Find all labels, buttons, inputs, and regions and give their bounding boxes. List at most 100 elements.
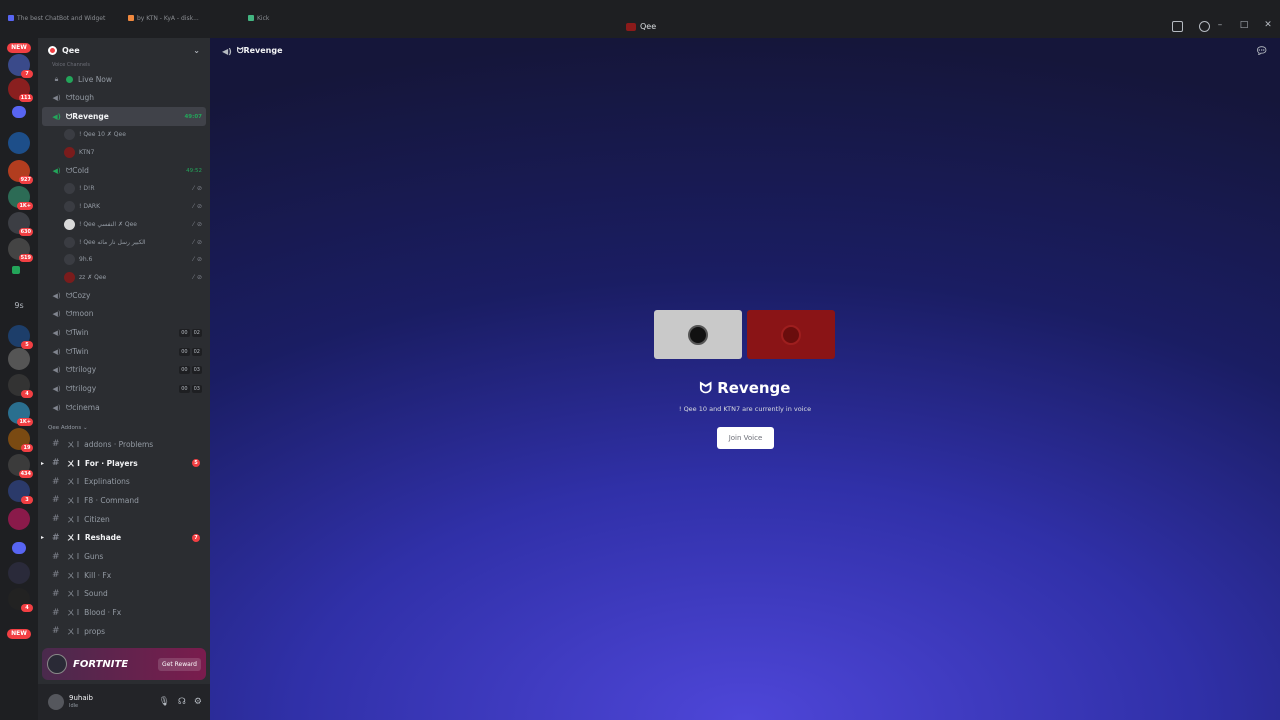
hash-icon: # (52, 588, 60, 599)
server-icon[interactable]: 9s (8, 301, 30, 310)
kick-icon[interactable] (12, 266, 20, 274)
server-icon[interactable]: 434 (8, 454, 33, 478)
text-channel[interactable]: # ㄨ I Sound (42, 585, 206, 604)
speaker-icon: ◀) (52, 366, 61, 375)
promo-title: FORTNITE (73, 658, 129, 670)
voice-member[interactable]: 9h.6 ⁄ ⊘ (38, 251, 210, 269)
text-channel[interactable]: # ㄨ I Kill · Fx (42, 566, 206, 585)
voice-channel[interactable]: ◀) ᗢcinema (42, 398, 206, 417)
hash-icon: # (52, 514, 60, 525)
participant-tile[interactable] (654, 310, 742, 359)
deafened-icon: ⊘ (196, 185, 202, 193)
join-voice-button[interactable]: Join Voice (717, 427, 774, 449)
help-icon[interactable] (1199, 21, 1210, 32)
category-addons[interactable]: Qee Addons ⌄ (38, 421, 210, 435)
server-icon[interactable] (8, 132, 30, 154)
avatar (64, 236, 75, 248)
server-icon[interactable]: 1K+ (8, 186, 33, 210)
server-icon[interactable]: 4 (8, 374, 33, 398)
server-icon[interactable]: 630 (8, 212, 33, 236)
channel-title: ᗢRevenge (236, 46, 283, 55)
server-icon[interactable]: 3 (8, 480, 33, 504)
minimize-icon[interactable]: – (1214, 20, 1226, 30)
text-channel[interactable]: # ㄨ I Guns (42, 547, 206, 566)
channel-sidebar: Qee ⌄ Voice Channels 🔒︎ Live Now ◀) ᗢtou… (38, 38, 210, 720)
voice-member[interactable]: zz ✗ Qee ⁄ ⊘ (38, 269, 210, 287)
text-channel[interactable]: ▸ # ㄨ I Reshade 7 (41, 529, 206, 548)
text-channel[interactable]: # ㄨ Iprops (42, 622, 206, 641)
voice-member[interactable]: ! Qee 10 ✗ Qee (38, 126, 210, 144)
folder-icon[interactable] (12, 106, 26, 118)
muted-mic-icon: ⁄ (192, 203, 194, 211)
text-channel[interactable]: # ㄨ I Blood · Fx (42, 603, 206, 622)
text-channel[interactable]: # ㄨ Iaddons · Problems (42, 435, 206, 454)
browser-tab[interactable]: The best ChatBot and Widget (0, 15, 120, 22)
server-avatar-icon (48, 45, 57, 55)
deafened-icon: ⊘ (196, 273, 202, 281)
text-channel[interactable]: ▸ # ㄨ I For · Players 5 (41, 454, 206, 473)
voice-channel-live-now[interactable]: 🔒︎ Live Now (42, 70, 206, 89)
voice-channel[interactable]: ◀) ᗢCozy (42, 286, 206, 305)
voice-channel[interactable]: ◀) ᗢtough (42, 89, 206, 108)
server-icon[interactable]: 7 (8, 54, 33, 78)
server-icon[interactable]: 4 (8, 588, 33, 612)
server-icon[interactable]: 1K+ (8, 402, 33, 426)
avatar (64, 129, 75, 141)
voice-member[interactable]: ! D!R ⁄ ⊘ (38, 180, 210, 198)
lock-icon: 🔒︎ (54, 74, 59, 83)
server-icon[interactable]: 111 (8, 78, 33, 102)
server-icon[interactable] (8, 508, 30, 530)
hash-icon: # (52, 495, 60, 506)
user-panel: 9uhaib Idle 🎙︎ ☊ ⚙ (38, 684, 210, 720)
voice-channel[interactable]: ◀) ᗢtrilogy 00 03 (42, 361, 206, 380)
headphones-icon[interactable]: ☊ (178, 697, 186, 707)
gear-icon[interactable]: ⚙ (194, 697, 202, 707)
voice-channel[interactable]: ◀) ᗢmoon (42, 305, 206, 324)
microphone-icon[interactable]: 🎙︎ (158, 697, 169, 707)
hash-icon: # (52, 570, 60, 581)
voice-channel[interactable]: ◀) ᗢTwin 00 02 (42, 324, 206, 343)
speaker-icon: ◀) (52, 385, 61, 394)
get-reward-button[interactable]: Get Reward (158, 657, 201, 671)
server-header[interactable]: Qee ⌄ (38, 38, 210, 62)
voice-member[interactable]: ! DARK ⁄ ⊘ (38, 198, 210, 216)
voice-channel-cold[interactable]: ◀) ᗢCold 49:52 (42, 161, 206, 180)
chat-icon[interactable]: 💬︎ (1255, 46, 1268, 57)
text-channel[interactable]: # ㄨ I Explinations (42, 472, 206, 491)
speaker-icon: ◀) (52, 291, 61, 300)
server-icon[interactable] (8, 348, 30, 370)
text-channel[interactable]: # ㄨ I F8 · Command (42, 491, 206, 510)
text-channel[interactable]: # ㄨ I Citizen (42, 510, 206, 529)
folder-icon[interactable] (12, 542, 26, 554)
voice-member[interactable]: ! Qee الكبير رسل نار مائه ⁄ ⊘ (38, 233, 210, 251)
category-voice[interactable]: Voice Channels (38, 62, 210, 70)
user-info[interactable]: 9uhaib Idle (69, 694, 93, 710)
maximize-icon[interactable]: □ (1238, 20, 1250, 30)
server-icon[interactable]: 927 (8, 160, 33, 184)
close-icon[interactable]: ✕ (1262, 20, 1274, 30)
chevron-down-icon[interactable]: ⌄ (193, 46, 200, 55)
browser-tab[interactable]: by KTN - KyA - disk... (120, 15, 240, 22)
avatar[interactable] (48, 694, 64, 710)
avatar (688, 324, 708, 345)
participant-tile[interactable] (747, 310, 835, 359)
username: 9uhaib (69, 694, 94, 702)
avatar (781, 324, 801, 345)
server-icon[interactable]: 5 (8, 325, 33, 349)
voice-member[interactable]: KTN7 (38, 144, 210, 162)
server-icon[interactable] (8, 562, 30, 584)
inbox-icon[interactable] (1172, 21, 1183, 32)
voice-channel[interactable]: ◀) ᗢtrilogy 00 03 (42, 380, 206, 399)
server-icon[interactable]: 519 (8, 238, 33, 262)
voice-channel-revenge[interactable]: ◀) ᗢRevenge 49:07 (42, 107, 206, 127)
server-icon[interactable]: 19 (8, 428, 33, 452)
browser-tab[interactable]: Kick (240, 15, 360, 22)
speaker-icon: ◀) (52, 166, 61, 175)
avatar (64, 254, 75, 266)
voice-channel-title: ᗢ Revenge (699, 379, 791, 397)
speaker-icon: ◀) (52, 347, 61, 356)
voice-member[interactable]: ! Qee النفسي ✗ Qee ⁄ ⊘ (38, 216, 210, 234)
voice-subtitle: ! Qee 10 and KTN7 are currently in voice (678, 405, 812, 413)
voice-channel[interactable]: ◀) ᗢTwin 00 02 (42, 342, 206, 361)
promo-banner[interactable]: FORTNITE Get Reward (42, 648, 206, 680)
